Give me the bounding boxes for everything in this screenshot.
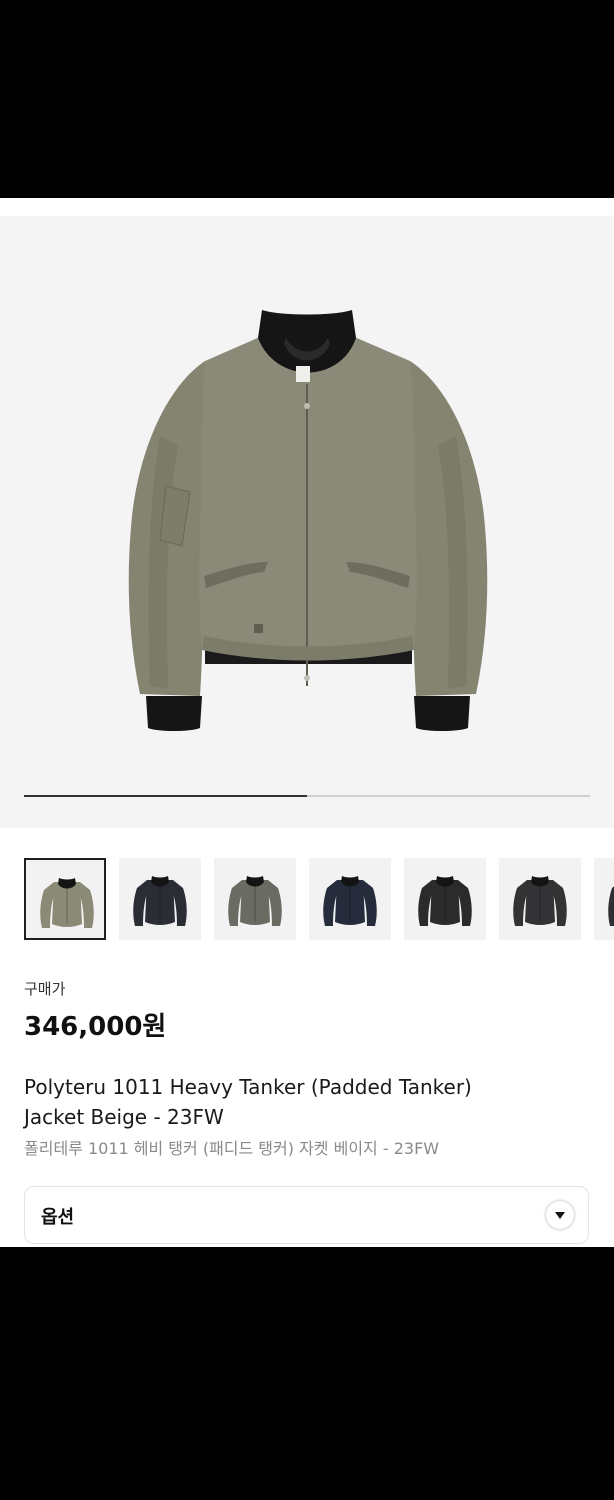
bottom-black-bar	[0, 1247, 614, 1500]
product-title-ko: 폴리테루 1011 헤비 탱커 (패디드 탱커) 자켓 베이지 - 23FW	[24, 1139, 440, 1158]
top-black-bar	[0, 0, 614, 198]
price-value: 346,000원	[24, 1012, 167, 1042]
thumbnail-6[interactable]	[499, 858, 581, 940]
thumbnail-jacket-image	[608, 886, 614, 926]
thumbnail-4[interactable]	[309, 858, 391, 940]
product-title-en: Polyteru 1011 Heavy Tanker (Padded Tanke…	[24, 1072, 584, 1132]
product-title-en-line2: Jacket Beige - 23FW	[24, 1105, 224, 1129]
thumbnail-jacket-image	[418, 876, 472, 926]
product-page: 구매가 346,000원 Polyteru 1011 Heavy Tanker …	[0, 198, 614, 1247]
thumbnail-1[interactable]	[24, 858, 106, 940]
thumbnail-jacket-image	[323, 876, 377, 926]
option-label: 옵션	[41, 1207, 75, 1228]
thumbnail-3[interactable]	[214, 858, 296, 940]
product-title-en-line1: Polyteru 1011 Heavy Tanker (Padded Tanke…	[24, 1075, 472, 1099]
chevron-down-icon[interactable]	[546, 1201, 574, 1229]
price-label: 구매가	[24, 980, 66, 998]
thumbnail-jacket-image	[513, 876, 567, 926]
carousel-progress-track	[24, 795, 590, 797]
thumbnail-strip	[24, 858, 614, 942]
thumbnail-7[interactable]	[594, 858, 614, 940]
option-select[interactable]: 옵션	[24, 1186, 589, 1244]
thumbnail-2[interactable]	[119, 858, 201, 940]
thumbnail-5[interactable]	[404, 858, 486, 940]
thumbnail-jacket-image	[40, 878, 94, 928]
jacket-image	[128, 310, 488, 731]
thumbnail-jacket-image	[133, 876, 187, 926]
carousel-progress-fill	[24, 795, 307, 797]
product-image-carousel[interactable]	[0, 216, 614, 828]
thumbnail-jacket-image	[228, 876, 282, 926]
